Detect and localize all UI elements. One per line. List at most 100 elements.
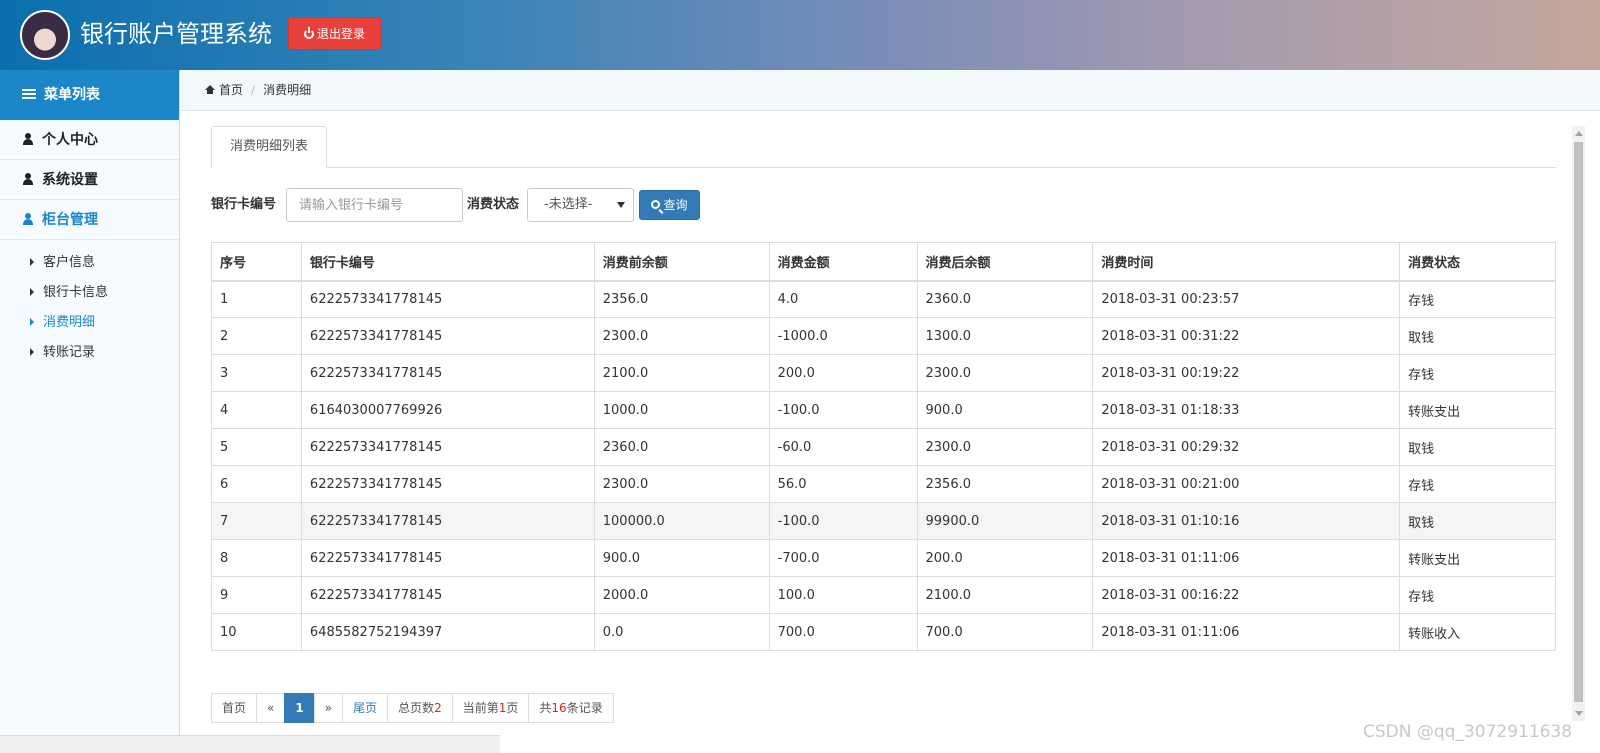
table-cell: 6164030007769926 (300, 391, 595, 429)
table-cell: 转账收入 (1399, 613, 1556, 651)
sidebar-item-card-info[interactable]: 银行卡信息 (0, 278, 179, 308)
table-cell: 6222573341778145 (300, 317, 595, 355)
sidebar-item-label: 转账记录 (43, 345, 96, 360)
table-cell: 5 (211, 428, 302, 466)
current-prefix: 当前第 (462, 701, 499, 715)
table-cell: 6222573341778145 (300, 502, 595, 540)
pager-first[interactable]: 首页 (211, 693, 258, 723)
pager-current-page[interactable]: 1 (284, 693, 315, 723)
table-cell: 2018-03-31 00:21:00 (1092, 465, 1401, 503)
sidebar-item-consumption-detail[interactable]: 消费明细 (0, 308, 179, 338)
pager-record-count: 共16条记录 (528, 693, 614, 723)
table-cell: 存钱 (1399, 576, 1556, 614)
table-cell: 2018-03-31 00:23:57 (1092, 280, 1401, 318)
menu-title: 菜单列表 (44, 87, 100, 103)
pager-total-pages: 总页数2 (387, 693, 453, 723)
table-cell: 2018-03-31 00:31:22 (1092, 317, 1401, 355)
table-cell: 2100.0 (593, 354, 770, 392)
status-select[interactable]: -未选择- (527, 188, 634, 222)
table-row[interactable]: 8 6222573341778145 900.0 -700.0 200.0 2018-03… (211, 539, 1556, 577)
scroll-down-icon[interactable] (1575, 711, 1583, 716)
logout-label: 退出登录 (316, 27, 365, 41)
table-cell: 2018-03-31 01:11:06 (1092, 539, 1401, 577)
table-cell: 转账支出 (1399, 539, 1556, 577)
menu-header: 菜单列表 (0, 70, 179, 120)
table-cell: 1000.0 (593, 391, 770, 429)
caret-right-icon (30, 348, 34, 356)
status-select-value: -未选择- (544, 197, 593, 212)
table-cell: 900.0 (916, 391, 1094, 429)
pagination: 首页 « 1 » 尾页 总页数2 当前第1页 共16条记录 (211, 693, 614, 723)
table-header-row: 序号 银行卡编号 消费前余额 消费金额 消费后余额 消费时间 消费状态 (211, 242, 1556, 282)
table-cell: 100000.0 (593, 502, 770, 540)
watermark: CSDN @qq_3072911638 (1363, 722, 1573, 742)
table-cell: 8 (211, 539, 302, 577)
sidebar-item-transfer-records[interactable]: 转账记录 (0, 338, 179, 368)
current-suffix: 页 (506, 701, 519, 715)
table-cell: 取钱 (1399, 317, 1556, 355)
total-pages-value: 2 (434, 701, 442, 715)
table-cell: 56.0 (768, 465, 918, 503)
table-cell: 存钱 (1399, 465, 1556, 503)
pager-current-indicator: 当前第1页 (451, 693, 530, 723)
column-header: 消费时间 (1092, 242, 1401, 282)
table-row[interactable]: 4 6164030007769926 1000.0 -100.0 900.0 2018-0… (211, 391, 1556, 429)
sidebar-group-label: 柜台管理 (42, 212, 98, 228)
table-cell: 2356.0 (916, 465, 1094, 503)
consumption-table: 序号 银行卡编号 消费前余额 消费金额 消费后余额 消费时间 消费状态 1 622… (211, 242, 1556, 651)
tab-bar: 消费明细列表 (211, 126, 1556, 169)
table-cell: 7 (211, 502, 302, 540)
power-icon (303, 27, 314, 39)
table-cell: 6222573341778145 (300, 280, 595, 318)
table-row[interactable]: 5 6222573341778145 2360.0 -60.0 2300.0 2018-0… (211, 428, 1556, 466)
table-cell: 6222573341778145 (300, 354, 595, 392)
table-cell: 2018-03-31 01:11:06 (1092, 613, 1401, 651)
pager-next[interactable]: » (313, 693, 344, 723)
tab-consumption-list[interactable]: 消费明细列表 (211, 126, 327, 169)
pager-last[interactable]: 尾页 (342, 693, 389, 723)
table-row[interactable]: 7 6222573341778145 100000.0 -100.0 99900.0 20… (211, 502, 1556, 540)
table-cell: 2100.0 (916, 576, 1094, 614)
table-row[interactable]: 1 6222573341778145 2356.0 4.0 2360.0 2018-03-… (211, 280, 1556, 318)
table-row[interactable]: 2 6222573341778145 2300.0 -1000.0 1300.0 2018… (211, 317, 1556, 355)
breadcrumb-home[interactable]: 首页 (219, 83, 243, 97)
table-cell: -100.0 (768, 502, 918, 540)
sidebar-item-label: 消费明细 (43, 315, 96, 330)
pager-prev[interactable]: « (256, 693, 286, 723)
table-cell: 2000.0 (593, 576, 770, 614)
table-cell: 6 (211, 465, 302, 503)
scroll-up-icon[interactable] (1575, 131, 1583, 136)
table-cell: 200.0 (916, 539, 1094, 577)
logout-button[interactable]: 退出登录 (288, 17, 381, 50)
sidebar-item-customer-info[interactable]: 客户信息 (0, 248, 179, 278)
card-number-input[interactable] (286, 188, 463, 222)
table-cell: 存钱 (1399, 354, 1556, 392)
table-row[interactable]: 6 6222573341778145 2300.0 56.0 2356.0 2018-03… (211, 465, 1556, 503)
table-cell: 4.0 (768, 280, 918, 318)
column-header: 消费后余额 (916, 242, 1094, 282)
table-row[interactable]: 3 6222573341778145 2100.0 200.0 2300.0 2018-0… (211, 354, 1556, 392)
sidebar-group-counter-management[interactable]: 柜台管理 (0, 200, 179, 240)
sidebar-group-personal-center[interactable]: 个人中心 (0, 120, 179, 160)
table-cell: 6222573341778145 (300, 465, 595, 503)
horizontal-scrollbar[interactable] (0, 735, 500, 753)
total-pages-label: 总页数 (398, 701, 435, 715)
search-icon (651, 200, 661, 209)
submenu: 客户信息 银行卡信息 消费明细 转账记录 (0, 240, 179, 368)
column-header: 银行卡编号 (300, 242, 595, 282)
table-cell: 9 (211, 576, 302, 614)
query-button[interactable]: 查询 (639, 190, 700, 220)
avatar[interactable] (20, 10, 70, 60)
table-cell: 2018-03-31 01:18:33 (1092, 391, 1401, 429)
table-row[interactable]: 9 6222573341778145 2000.0 100.0 2100.0 2018-0… (211, 576, 1556, 614)
table-row[interactable]: 10 6485582752194397 0.0 700.0 700.0 2018-03-3… (211, 613, 1556, 651)
table-cell: 10 (211, 613, 302, 651)
user-icon (22, 213, 34, 225)
table-cell: 99900.0 (916, 502, 1094, 540)
vertical-scrollbar[interactable] (1572, 126, 1585, 721)
column-header: 消费金额 (768, 242, 918, 282)
sidebar-group-system-settings[interactable]: 系统设置 (0, 160, 179, 200)
records-value: 16 (551, 701, 567, 715)
table-cell: 2018-03-31 01:10:16 (1092, 502, 1401, 540)
scrollbar-thumb[interactable] (1574, 142, 1583, 702)
